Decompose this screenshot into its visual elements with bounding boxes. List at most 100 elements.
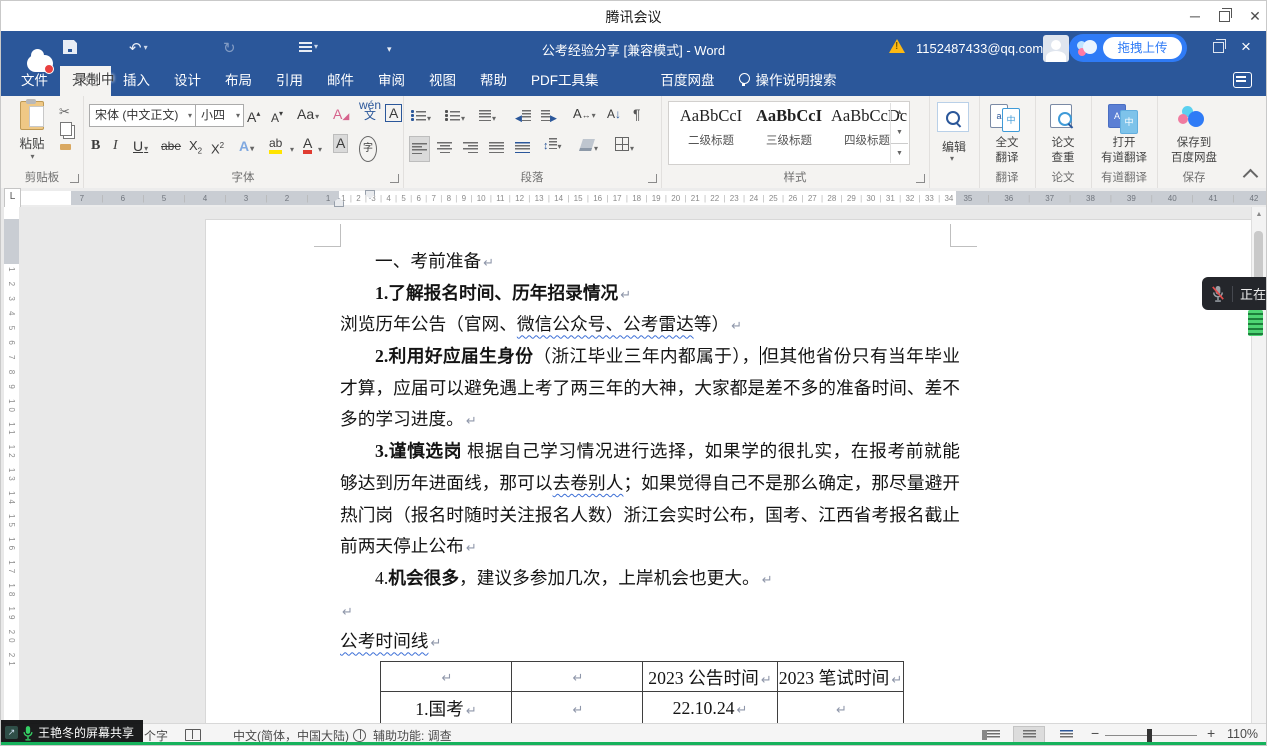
tab-selector[interactable]: L bbox=[4, 188, 21, 208]
paper-check-button[interactable]: 论文查重 bbox=[1038, 100, 1088, 166]
format-painter-icon[interactable] bbox=[60, 144, 71, 150]
word-close-icon[interactable]: × bbox=[1241, 37, 1251, 57]
document-line[interactable]: 热门岗（报名时随时关注报名人数）浙江会实时公布，国考、江西省考报名截止 bbox=[340, 500, 960, 532]
comments-icon[interactable] bbox=[1233, 72, 1252, 88]
table-cell[interactable]: ↵ bbox=[512, 662, 643, 692]
style-heading2[interactable]: AaBbCcI 二级标题 bbox=[675, 106, 747, 164]
table-cell[interactable]: ↵ bbox=[512, 692, 643, 724]
asian-layout-icon[interactable]: A↔▾ bbox=[573, 104, 596, 126]
phonetic-guide-icon[interactable]: wén文 bbox=[359, 100, 381, 120]
tab-设计[interactable]: 设计 bbox=[162, 66, 213, 96]
styles-scroll-down-icon[interactable]: ▼ bbox=[891, 123, 908, 143]
document-line[interactable]: 前两天停止公布↵ bbox=[340, 531, 960, 563]
tab-PDF工具集[interactable]: PDF工具集 bbox=[519, 66, 611, 96]
copy-icon[interactable] bbox=[60, 122, 72, 136]
document-line[interactable]: 多的学习进度。↵ bbox=[340, 404, 960, 436]
styles-scroll-up-icon[interactable]: ▲ bbox=[891, 103, 908, 123]
text-effects-icon[interactable]: A▾ bbox=[239, 136, 254, 159]
account-email[interactable]: 1152487433@qq.com bbox=[916, 41, 1043, 56]
tab-引用[interactable]: 引用 bbox=[264, 66, 315, 96]
multilevel-list-icon[interactable]: ▾ bbox=[479, 106, 496, 129]
zoom-slider-thumb[interactable] bbox=[1147, 729, 1152, 742]
font-size-combo[interactable]: 小四▾ bbox=[195, 104, 244, 127]
tab-插入[interactable]: 插入 bbox=[111, 66, 162, 96]
shrink-font-icon[interactable]: A▾ bbox=[271, 104, 283, 128]
restore-icon[interactable] bbox=[1219, 11, 1230, 22]
document-line[interactable]: ↵ bbox=[340, 595, 960, 627]
read-mode-icon[interactable] bbox=[976, 727, 1006, 743]
tab-百度网盘[interactable]: 百度网盘 bbox=[649, 66, 727, 96]
styles-dialog-launcher[interactable] bbox=[916, 174, 925, 183]
horizontal-ruler[interactable]: 7|6|5|4|3|2|1 1|2|3|4|5|6|7|8|9|10|11|12… bbox=[21, 191, 1266, 205]
meeting-mic-panel[interactable]: 正在 bbox=[1202, 277, 1267, 310]
clear-format-icon[interactable]: A◢ bbox=[333, 104, 349, 126]
zoom-level[interactable]: 110% bbox=[1227, 727, 1258, 741]
tab-审阅[interactable]: 审阅 bbox=[366, 66, 417, 96]
font-name-combo[interactable]: 宋体 (中文正文)▾ bbox=[89, 104, 196, 127]
document-line[interactable]: 一、考前准备↵ bbox=[340, 246, 960, 278]
document-line[interactable]: 浏览历年公告（官网、微信公众号、公考雷达等）↵ bbox=[340, 309, 960, 341]
bullets-icon[interactable]: ▾ bbox=[411, 106, 431, 129]
table-cell[interactable]: 1.国考↵ bbox=[381, 692, 512, 724]
web-layout-icon[interactable] bbox=[1051, 727, 1081, 743]
decrease-indent-icon[interactable]: ◀ bbox=[515, 106, 531, 128]
line-spacing-icon[interactable]: ↕▾ bbox=[543, 136, 562, 157]
document-line[interactable]: 才算，应届可以避免遇上考了两三年的大神，大家都是差不多的准备时间、差不 bbox=[340, 373, 960, 405]
increase-indent-icon[interactable]: ▶ bbox=[541, 106, 557, 128]
find-button[interactable] bbox=[937, 102, 969, 132]
grow-font-icon[interactable]: A▴ bbox=[247, 104, 260, 127]
strikethrough-icon[interactable]: abe bbox=[161, 136, 181, 156]
tab-帮助[interactable]: 帮助 bbox=[468, 66, 519, 96]
table-cell[interactable]: 2023 公告时间↵ bbox=[643, 662, 778, 692]
character-border-icon[interactable]: A bbox=[385, 104, 402, 122]
show-marks-icon[interactable]: ¶ bbox=[633, 104, 641, 124]
table-cell[interactable]: ↵ bbox=[778, 692, 904, 724]
collapse-ribbon-icon[interactable] bbox=[1243, 169, 1259, 185]
tab-布局[interactable]: 布局 bbox=[213, 66, 264, 96]
align-left-icon[interactable] bbox=[409, 136, 430, 162]
align-right-icon[interactable] bbox=[463, 138, 478, 158]
align-center-icon[interactable] bbox=[437, 138, 452, 158]
superscript-icon[interactable]: X2 bbox=[211, 136, 224, 159]
underline-icon[interactable]: U▾ bbox=[133, 136, 148, 159]
font-color-icon[interactable]: A bbox=[303, 136, 312, 154]
document-line[interactable]: 4.机会很多，建议多参加几次，上岸机会也更大。↵ bbox=[340, 563, 960, 595]
tab-视图[interactable]: 视图 bbox=[417, 66, 468, 96]
vertical-ruler[interactable]: 1 2 3 4 5 6 7 8 9 10 11 12 13 14 15 16 1… bbox=[4, 207, 19, 723]
font-dialog-launcher[interactable] bbox=[390, 174, 399, 183]
tab-邮件[interactable]: 邮件 bbox=[315, 66, 366, 96]
borders-icon[interactable]: ▾ bbox=[615, 136, 634, 159]
sort-icon[interactable]: A↓ bbox=[607, 104, 621, 124]
document-line[interactable]: 3.谨慎选岗 根据自己学习情况进行选择，如果学的很扎实，在报考前就能 bbox=[340, 436, 960, 468]
baidu-upload-button[interactable]: 拖拽上传 bbox=[1103, 37, 1182, 59]
cut-icon[interactable]: ✂ bbox=[59, 102, 70, 122]
justify-icon[interactable] bbox=[489, 138, 504, 158]
youdao-translate-button[interactable]: A中 打开有道翻译 bbox=[1094, 100, 1154, 166]
styles-more-icon[interactable]: ▼ bbox=[891, 143, 908, 164]
document-line[interactable]: 公考时间线↵ bbox=[340, 626, 960, 658]
numbering-icon[interactable]: ▾ bbox=[445, 106, 465, 129]
zoom-in-icon[interactable]: + bbox=[1207, 725, 1215, 741]
word-restore-icon[interactable] bbox=[1213, 42, 1224, 53]
baidu-upload-widget[interactable]: 拖拽上传 bbox=[1069, 34, 1187, 62]
bold-icon[interactable]: B bbox=[91, 136, 100, 156]
save-to-baidu-button[interactable]: 保存到百度网盘 bbox=[1164, 100, 1224, 166]
highlight-icon[interactable]: ab bbox=[269, 136, 282, 154]
change-case-icon[interactable]: Aa▾ bbox=[297, 104, 319, 127]
style-heading3[interactable]: AaBbCcI 三级标题 bbox=[753, 106, 825, 164]
full-text-translate-button[interactable]: a中 全文翻译 bbox=[982, 100, 1032, 166]
subscript-icon[interactable]: X2 bbox=[189, 136, 202, 162]
paragraph-dialog-launcher[interactable] bbox=[648, 174, 657, 183]
document-line[interactable]: 2.利用好应届生身份（浙江毕业三年内都属于），但其他省份只有当年毕业 bbox=[340, 341, 960, 373]
document-page[interactable]: 一、考前准备↵1.了解报名时间、历年招录情况↵浏览历年公告（官网、微信公众号、公… bbox=[205, 219, 1255, 723]
character-shading-icon[interactable]: A bbox=[333, 134, 348, 153]
distribute-icon[interactable] bbox=[515, 138, 530, 158]
proofing-icon[interactable] bbox=[185, 729, 201, 741]
tab-操作说明搜索[interactable]: 操作说明搜索 bbox=[727, 66, 849, 96]
clipboard-dialog-launcher[interactable] bbox=[70, 174, 79, 183]
close-icon[interactable]: ✕ bbox=[1247, 8, 1263, 24]
table-cell[interactable]: 22.10.24↵ bbox=[643, 692, 778, 724]
table-cell[interactable]: ↵ bbox=[381, 662, 512, 692]
document-line[interactable]: 够达到历年进面线，那可以去卷别人；如果觉得自己不是那么确定，那尽量避开 bbox=[340, 468, 960, 500]
italic-icon[interactable]: I bbox=[113, 136, 118, 156]
